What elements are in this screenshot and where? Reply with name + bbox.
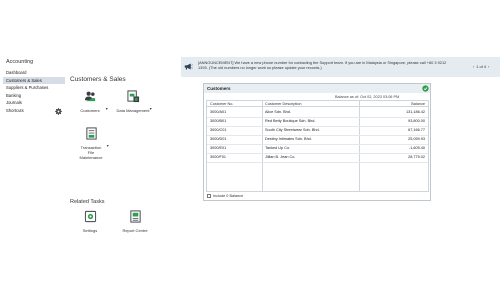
table-cell-balance[interactable]: 67,166.77 (360, 126, 425, 135)
settings-tile[interactable]: Settings (80, 210, 100, 233)
table-cell-balance[interactable]: 25,059.93 (360, 135, 425, 144)
announcement-banner: [ANNOUNCEMENT] We have a new phone numbe… (181, 57, 500, 77)
row-divider (207, 162, 428, 163)
pager-count: 1 of 4 (476, 64, 487, 69)
table-cell-description[interactable]: Destiny Intimates Sdn. Bhd. (265, 135, 312, 144)
column-header-customer-no[interactable]: Customer No. (207, 101, 262, 107)
table-cell-description[interactable]: Alice Sdn. Bhd. (265, 108, 291, 117)
transaction-file-icon (85, 127, 97, 140)
customers-panel: Customers Balance as of: Oct 02, 2023 03… (203, 83, 431, 201)
report-centre-tile[interactable]: Report Centre (119, 210, 151, 233)
settings-icon (84, 210, 96, 223)
sidebar-item-journals[interactable]: Journals (3, 99, 65, 107)
data-management-label: Data Management (116, 108, 150, 113)
gear-icon[interactable] (55, 108, 62, 115)
include-zero-balance-label: Include 0 Balance (213, 193, 244, 198)
panel-title: Customers (207, 86, 231, 91)
page-title: Customers & Sales (70, 76, 126, 83)
data-management-icon (126, 90, 139, 103)
table-cell-customer-no[interactable]: 3000/C01 (210, 126, 226, 135)
table-cell-balance[interactable]: 28,775.02 (360, 153, 425, 162)
column-divider (262, 101, 263, 192)
megaphone-icon (184, 63, 193, 70)
data-management-tile[interactable]: Data Management ▼ (116, 90, 152, 113)
table-cell-description[interactable]: Tanked Up Co. (265, 144, 290, 153)
table-cell-customer-no[interactable]: 3000/D01 (210, 135, 226, 144)
settings-label: Settings (82, 228, 98, 233)
balance-as-of: Balance as of: Oct 02, 2023 03:06 PM (335, 95, 400, 99)
column-header-balance[interactable]: Balance (360, 101, 428, 107)
table-cell-customer-no[interactable]: 3000/E01 (210, 144, 226, 153)
sidebar-item-customers-sales[interactable]: Customers & Sales (3, 76, 65, 84)
sidebar: Accounting Dashboard Customers & Sales S… (0, 55, 66, 300)
column-header-customer-description[interactable]: Customer Description (263, 101, 359, 107)
table-cell-customer-no[interactable]: 3000/B01 (210, 117, 226, 126)
customers-label: Customers (80, 108, 100, 113)
table-cell-balance[interactable]: 131,186.42 (360, 108, 425, 117)
banner-pager: ‹ 1 of 4 › (472, 64, 490, 69)
report-centre-label: Report Centre (122, 228, 148, 233)
transaction-file-maintenance-tile[interactable]: Transaction File Maintenance ▼ (77, 127, 109, 160)
sidebar-title: Accounting (6, 59, 34, 65)
chevron-down-icon[interactable]: ▼ (105, 107, 108, 111)
customers-tile[interactable]: Customers ▼ (78, 90, 108, 113)
refresh-icon[interactable] (422, 85, 429, 92)
table-cell-description[interactable]: Red Betty Boutique Sdn. Bhd. (265, 117, 315, 126)
customers-icon (84, 91, 95, 102)
table-cell-balance[interactable]: 93,800.00 (360, 117, 425, 126)
pager-prev-button[interactable]: ‹ (473, 64, 474, 69)
report-centre-icon (129, 210, 141, 223)
table-cell-customer-no[interactable]: 3000/A01 (210, 108, 226, 117)
customers-table: Customer No. Customer Description Balanc… (206, 100, 429, 192)
table-cell-description[interactable]: South City Streetwear Sdn. Bhd. (265, 126, 320, 135)
panel-header: Customers (204, 84, 430, 93)
sidebar-item-banking[interactable]: Banking (3, 92, 65, 100)
announcement-text: [ANNOUNCEMENT] We have a new phone numbe… (198, 60, 447, 71)
table-cell-customer-no[interactable]: 3000/F01 (210, 153, 226, 162)
include-zero-balance-checkbox[interactable] (207, 194, 211, 198)
sidebar-item-suppliers-purchases[interactable]: Suppliers & Purchases (3, 84, 65, 92)
table-cell-description[interactable]: Jillian B. Jean Co. (265, 153, 295, 162)
transaction-file-maintenance-label: Transaction File Maintenance (79, 145, 103, 160)
sidebar-item-dashboard[interactable]: Dashboard (3, 69, 65, 77)
table-cell-balance[interactable]: -1,605.40 (360, 144, 425, 153)
pager-next-button[interactable]: › (488, 64, 489, 69)
related-tasks-title: Related Tasks (70, 199, 105, 205)
chevron-down-icon[interactable]: ▼ (106, 144, 109, 148)
chevron-down-icon[interactable]: ▼ (149, 107, 152, 111)
